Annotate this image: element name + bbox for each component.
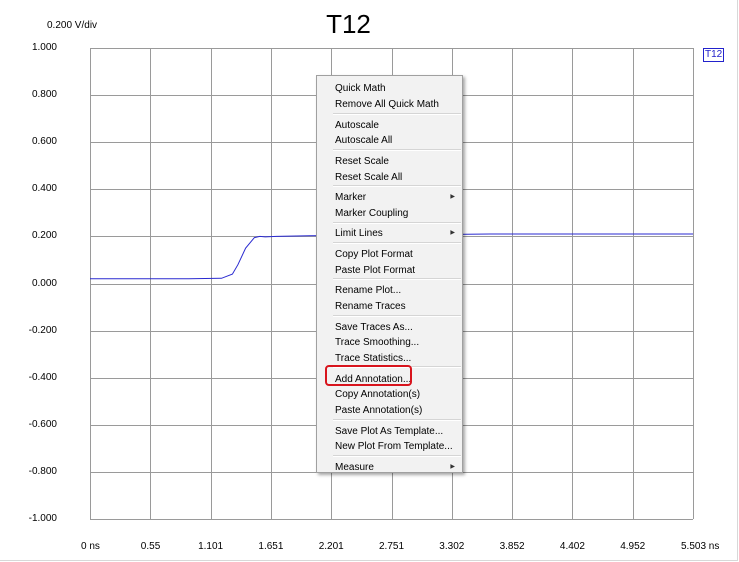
menu-item-measure[interactable]: Measure ▶ <box>335 460 459 475</box>
x-tick-label: 5.503 ns <box>681 541 720 552</box>
menu-item-marker-coupling[interactable]: Marker Coupling <box>335 206 459 221</box>
menu-item-label: Paste Plot Format <box>335 265 416 276</box>
menu-item-save-plot-as-template[interactable]: Save Plot As Template... <box>335 424 459 439</box>
menu-item-reset-scale-all[interactable]: Reset Scale All <box>335 170 459 185</box>
menu-item-trace-statistics[interactable]: Trace Statistics... <box>335 351 459 366</box>
y-tick-label: -0.400 <box>28 371 57 383</box>
menu-item-label: Paste Annotation(s) <box>335 405 423 416</box>
menu-item-save-traces-as[interactable]: Save Traces As... <box>335 320 459 335</box>
y-tick-label: -0.600 <box>28 418 57 430</box>
x-tick-label: 4.952 <box>620 541 646 552</box>
x-tick-label: 1.101 <box>198 541 224 552</box>
menu-item-label: Rename Plot... <box>335 285 402 296</box>
menu-item-autoscale[interactable]: Autoscale <box>335 118 459 133</box>
menu-separator <box>333 242 461 244</box>
y-tick-label: 0.400 <box>31 183 57 195</box>
submenu-arrow-icon: ▶ <box>450 464 455 470</box>
menu-item-label: Marker <box>335 192 367 203</box>
menu-item-trace-smoothing[interactable]: Trace Smoothing... <box>335 335 459 350</box>
menu-item-label: Trace Smoothing... <box>335 337 420 348</box>
y-tick-label: 0.800 <box>31 89 57 101</box>
x-tick-label: 3.852 <box>499 541 525 552</box>
menu-separator <box>333 278 461 280</box>
menu-item-label: Autoscale All <box>335 135 393 146</box>
menu-item-remove-all-quick-math[interactable]: Remove All Quick Math <box>335 97 459 112</box>
menu-item-new-plot-from-template[interactable]: New Plot From Template... <box>335 439 459 454</box>
menu-item-label: Remove All Quick Math <box>335 99 439 110</box>
menu-item-label: Rename Traces <box>335 301 406 312</box>
menu-item-paste-plot-format[interactable]: Paste Plot Format <box>335 263 459 278</box>
x-tick-label: 3.302 <box>439 541 465 552</box>
menu-separator <box>333 455 461 457</box>
menu-item-label: Limit Lines <box>335 228 383 239</box>
menu-item-label: Copy Plot Format <box>335 249 413 260</box>
x-tick-label: 2.201 <box>318 541 344 552</box>
menu-item-label: New Plot From Template... <box>335 441 453 452</box>
menu-item-rename-plot[interactable]: Rename Plot... <box>335 283 459 298</box>
menu-item-copy-plot-format[interactable]: Copy Plot Format <box>335 247 459 262</box>
menu-separator <box>333 315 461 317</box>
menu-item-label: Save Traces As... <box>335 322 413 333</box>
y-tick-label: 0.600 <box>31 136 57 148</box>
menu-item-label: Quick Math <box>335 83 386 94</box>
x-tick-label: 0 ns <box>81 541 100 552</box>
menu-separator <box>333 113 461 115</box>
menu-separator <box>333 149 461 151</box>
menu-separator <box>333 222 461 224</box>
menu-item-label: Autoscale <box>335 120 379 131</box>
y-tick-label: -0.200 <box>28 324 57 336</box>
menu-item-label: Measure <box>335 462 374 473</box>
y-tick-label: 1.000 <box>31 42 57 53</box>
menu-item-rename-traces[interactable]: Rename Traces <box>335 299 459 314</box>
submenu-arrow-icon: ▶ <box>450 230 455 236</box>
menu-item-label: Reset Scale <box>335 156 389 167</box>
menu-item-quick-math[interactable]: Quick Math <box>335 81 459 96</box>
y-tick-label: -1.000 <box>28 513 57 524</box>
y-tick-label: 0.200 <box>31 230 57 242</box>
x-tick-label: 0.55 <box>140 541 161 552</box>
context-menu: Quick Math Remove All Quick Math Autoscale… <box>316 75 463 473</box>
y-tick-label: 0.000 <box>31 277 57 289</box>
menu-item-paste-annotation-s[interactable]: Paste Annotation(s) <box>335 403 459 418</box>
menu-separator <box>333 185 461 187</box>
menu-item-label: Marker Coupling <box>335 208 409 219</box>
y-tick-label: -0.800 <box>28 465 57 477</box>
x-tick-label: 4.402 <box>559 541 585 552</box>
x-tick-label: 1.651 <box>258 541 284 552</box>
x-tick-label: 2.751 <box>379 541 405 552</box>
menu-item-copy-annotation-s[interactable]: Copy Annotation(s) <box>335 387 459 402</box>
menu-item-label: Copy Annotation(s) <box>335 389 421 400</box>
menu-item-label: Save Plot As Template... <box>335 426 444 437</box>
menu-item-reset-scale[interactable]: Reset Scale <box>335 154 459 169</box>
menu-item-marker[interactable]: Marker ▶ <box>335 190 459 205</box>
highlight-box-add-annotation <box>325 365 412 386</box>
menu-item-autoscale-all[interactable]: Autoscale All <box>335 133 459 148</box>
menu-separator <box>333 419 461 421</box>
menu-item-label: Reset Scale All <box>335 172 403 183</box>
menu-item-limit-lines[interactable]: Limit Lines ▶ <box>335 226 459 241</box>
menu-item-label: Trace Statistics... <box>335 353 412 364</box>
submenu-arrow-icon: ▶ <box>450 194 455 200</box>
